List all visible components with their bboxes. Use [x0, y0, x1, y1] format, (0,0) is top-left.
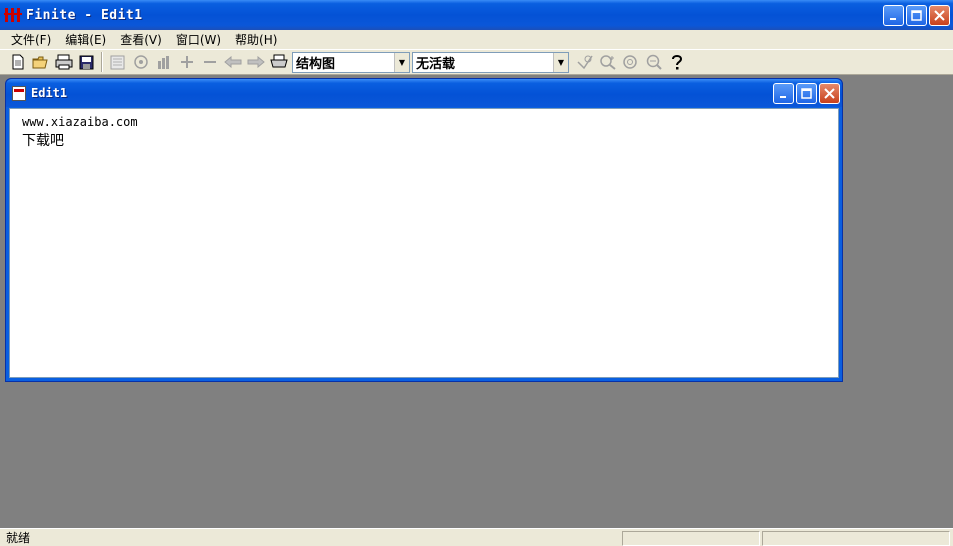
status-panel — [622, 531, 760, 546]
view-type-value: 结构图 — [296, 56, 336, 72]
save-icon — [79, 55, 94, 69]
maximize-button[interactable] — [906, 5, 927, 26]
menu-bar: 文件(F) 编辑(E) 查看(V) 窗口(W) 帮助(H) — [0, 30, 953, 49]
chart-button[interactable] — [152, 51, 175, 73]
maximize-icon — [911, 10, 922, 21]
minimize-icon — [780, 96, 786, 98]
zoom-out-button[interactable] — [642, 51, 665, 73]
chevron-down-icon[interactable]: ▼ — [553, 52, 568, 72]
load-case-value: 无活载 — [416, 56, 456, 72]
close-icon — [934, 10, 945, 21]
new-file-button[interactable] — [6, 51, 29, 73]
arrow-left-icon — [223, 56, 241, 68]
zoom-in-icon — [599, 55, 616, 70]
menu-view[interactable]: 查看(V) — [113, 31, 169, 48]
open-button[interactable] — [29, 51, 52, 73]
chevron-down-icon[interactable]: ▼ — [394, 52, 409, 72]
child-window-title: Edit1 — [31, 86, 68, 100]
child-maximize-button[interactable] — [796, 83, 817, 104]
open-folder-icon — [32, 56, 48, 68]
main-title-bar[interactable]: Finite - Edit1 — [0, 0, 953, 30]
menu-edit[interactable]: 编辑(E) — [58, 31, 113, 48]
editor-line: www.xiazaiba.com — [22, 115, 138, 129]
document-button[interactable] — [106, 51, 129, 73]
save-button[interactable] — [75, 51, 98, 73]
arrow-right-icon — [247, 56, 265, 68]
window-title: Finite - Edit1 — [26, 7, 143, 23]
print-preview-button[interactable] — [52, 51, 75, 73]
close-icon — [824, 88, 835, 99]
printer-icon — [269, 54, 288, 68]
zoom-reset-button[interactable] — [619, 51, 642, 73]
zoom-in-button[interactable] — [596, 51, 619, 73]
text-editor-area[interactable]: www.xiazaiba.com 下载吧 — [9, 108, 839, 378]
child-window-edit1: Edit1 www.xiazaiba.com 下载吧 — [5, 78, 843, 382]
view-icon — [133, 54, 148, 69]
app-logo-icon — [4, 7, 22, 23]
new-file-icon — [12, 54, 23, 70]
zoom-out-icon — [646, 54, 662, 70]
view-type-combobox[interactable]: 结构图 ▼ — [292, 51, 410, 73]
view-button[interactable] — [129, 51, 152, 73]
status-text: 就绪 — [6, 531, 31, 545]
plus-icon — [180, 56, 193, 68]
minimize-icon — [890, 18, 896, 20]
print-button[interactable] — [267, 51, 290, 73]
remove-button[interactable] — [198, 51, 221, 73]
close-button[interactable] — [929, 5, 950, 26]
add-button[interactable] — [175, 51, 198, 73]
minimize-button[interactable] — [883, 5, 904, 26]
editor-line: 下载吧 — [22, 133, 64, 149]
forward-button[interactable] — [244, 51, 267, 73]
help-button[interactable] — [665, 51, 688, 73]
child-close-button[interactable] — [819, 83, 840, 104]
minus-icon — [203, 61, 216, 63]
select-icon — [576, 55, 593, 70]
toolbar-separator — [101, 52, 103, 72]
select-button[interactable] — [573, 51, 596, 73]
child-title-bar[interactable]: Edit1 — [6, 79, 842, 107]
child-minimize-button[interactable] — [773, 83, 794, 104]
toolbar: 结构图 ▼ 无活载 ▼ — [0, 49, 953, 75]
help-icon — [671, 55, 682, 70]
status-panel — [762, 531, 950, 546]
print-icon — [55, 54, 72, 70]
back-button[interactable] — [221, 51, 244, 73]
document-icon — [12, 85, 26, 101]
maximize-icon — [801, 88, 812, 99]
menu-file[interactable]: 文件(F) — [4, 31, 58, 48]
doc-icon — [110, 55, 125, 69]
load-case-combobox[interactable]: 无活载 ▼ — [412, 51, 569, 73]
menu-help[interactable]: 帮助(H) — [228, 31, 284, 48]
status-bar: 就绪 — [0, 528, 953, 546]
zoom-reset-icon — [622, 55, 637, 69]
chart-icon — [158, 55, 169, 69]
menu-window[interactable]: 窗口(W) — [169, 31, 228, 48]
